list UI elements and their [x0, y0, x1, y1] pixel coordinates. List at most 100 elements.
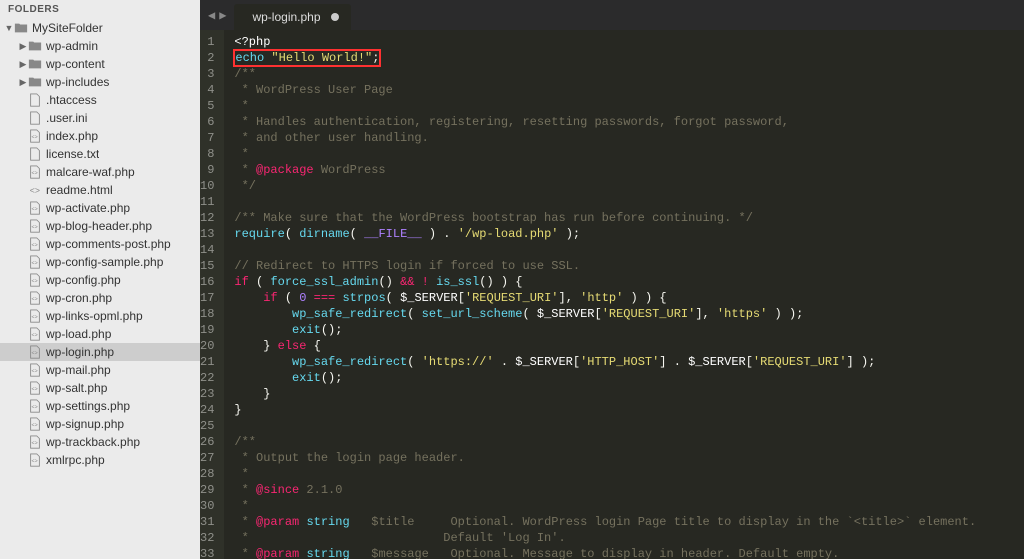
line-number: 8: [200, 146, 214, 162]
file-license-txt[interactable]: license.txt: [0, 145, 200, 163]
code-line[interactable]: /**: [234, 434, 1024, 450]
code-line[interactable]: if ( 0 === strpos( $_SERVER['REQUEST_URI…: [234, 290, 1024, 306]
file-wp-mail-php[interactable]: <>wp-mail.php: [0, 361, 200, 379]
code-line[interactable]: * Default 'Log In'.: [234, 530, 1024, 546]
file-wp-comments-post-php[interactable]: <> wp-comments-post.php: [0, 235, 200, 253]
file-index-php[interactable]: <>index.php: [0, 127, 200, 145]
code-line[interactable]: */: [234, 178, 1024, 194]
code-line[interactable]: wp_safe_redirect( 'https://' . $_SERVER[…: [234, 354, 1024, 370]
line-number: 25: [200, 418, 214, 434]
file-wp-login-php[interactable]: <>wp-login.php: [0, 343, 200, 361]
file-htaccess[interactable]: .htaccess: [0, 91, 200, 109]
disclosure-triangle-icon[interactable]: ▼: [4, 23, 14, 33]
code-line[interactable]: * @param string $title Optional. WordPre…: [234, 514, 1024, 530]
tree-item-label: wp-trackback.php: [46, 435, 140, 449]
code-line[interactable]: [234, 418, 1024, 434]
file-wp-config-php[interactable]: <>wp-config.php: [0, 271, 200, 289]
code-line[interactable]: /** Make sure that the WordPress bootstr…: [234, 210, 1024, 226]
code-line[interactable]: *: [234, 146, 1024, 162]
code-line[interactable]: } else {: [234, 338, 1024, 354]
code-line[interactable]: if ( force_ssl_admin() && ! is_ssl() ) {: [234, 274, 1024, 290]
tree-item-label: wp-admin: [46, 39, 98, 53]
line-number: 27: [200, 450, 214, 466]
nav-forward-icon[interactable]: ▶: [219, 8, 226, 23]
php-file-icon: <>: [28, 291, 42, 305]
code-line[interactable]: *: [234, 98, 1024, 114]
line-number: 3: [200, 66, 214, 82]
code-line[interactable]: require( dirname( __FILE__ ) . '/wp-load…: [234, 226, 1024, 242]
code-line[interactable]: [234, 194, 1024, 210]
code-line[interactable]: * and other user handling.: [234, 130, 1024, 146]
disclosure-triangle-icon[interactable]: ▶: [18, 41, 28, 52]
editor-topbar: ◀ ▶ wp-login.php: [200, 0, 1024, 30]
line-number: 23: [200, 386, 214, 402]
folder-mysitefolder[interactable]: ▼MySiteFolder: [0, 19, 200, 37]
svg-text:<>: <>: [30, 186, 40, 196]
line-number: 29: [200, 482, 214, 498]
file-wp-salt-php[interactable]: <>wp-salt.php: [0, 379, 200, 397]
tree-item-label: wp-links-opml.php: [46, 309, 143, 323]
tree-item-label: wp-comments-post.php: [46, 237, 171, 251]
code-line[interactable]: /**: [234, 66, 1024, 82]
code-line[interactable]: * @package WordPress: [234, 162, 1024, 178]
line-number: 22: [200, 370, 214, 386]
code-line[interactable]: }: [234, 386, 1024, 402]
line-number: 12: [200, 210, 214, 226]
code-line[interactable]: exit();: [234, 322, 1024, 338]
code-line[interactable]: [234, 242, 1024, 258]
php-file-icon: <>: [28, 363, 42, 377]
line-number: 18: [200, 306, 214, 322]
code-area[interactable]: 1234567891011121314151617181920212223242…: [200, 30, 1024, 559]
tree-item-label: wp-load.php: [46, 327, 111, 341]
svg-text:<>: <>: [32, 243, 38, 249]
code-line[interactable]: <?php: [234, 34, 1024, 50]
code-line[interactable]: *: [234, 498, 1024, 514]
folder-wp-includes[interactable]: ▶wp-includes: [0, 73, 200, 91]
file-wp-signup-php[interactable]: <> wp-signup.php: [0, 415, 200, 433]
file-readme-html[interactable]: <> readme.html: [0, 181, 200, 199]
code-line[interactable]: * @param string $message Optional. Messa…: [234, 546, 1024, 559]
line-number: 2: [200, 50, 214, 66]
code-line[interactable]: wp_safe_redirect( set_url_scheme( $_SERV…: [234, 306, 1024, 322]
php-file-icon: <>: [28, 381, 42, 395]
code-line[interactable]: * @since 2.1.0: [234, 482, 1024, 498]
file-wp-settings-php[interactable]: <>wp-settings.php: [0, 397, 200, 415]
line-number: 6: [200, 114, 214, 130]
line-number: 33: [200, 546, 214, 559]
file-wp-config-sample-php[interactable]: <>wp-config-sample.php: [0, 253, 200, 271]
nav-back-icon[interactable]: ◀: [208, 8, 215, 23]
tab-label: wp-login.php: [252, 10, 320, 24]
file-wp-activate-php[interactable]: <>wp-activate.php: [0, 199, 200, 217]
folder-wp-content[interactable]: ▶wp-content: [0, 55, 200, 73]
code-line[interactable]: echo "Hello World!";: [234, 50, 1024, 66]
file-xmlrpc-php[interactable]: <>xmlrpc.php: [0, 451, 200, 469]
folder-wp-admin[interactable]: ▶ wp-admin: [0, 37, 200, 55]
file-wp-links-opml-php[interactable]: <>wp-links-opml.php: [0, 307, 200, 325]
file-icon: [28, 93, 42, 107]
svg-text:<>: <>: [32, 423, 38, 429]
file-wp-load-php[interactable]: <>wp-load.php: [0, 325, 200, 343]
code-line[interactable]: *: [234, 466, 1024, 482]
tree-item-label: readme.html: [46, 183, 113, 197]
file-wp-trackback-php[interactable]: <>wp-trackback.php: [0, 433, 200, 451]
tree-item-label: wp-blog-header.php: [46, 219, 152, 233]
file-malcare-waf-php[interactable]: <>malcare-waf.php: [0, 163, 200, 181]
code-line[interactable]: * Output the login page header.: [234, 450, 1024, 466]
code-lines[interactable]: <?phpecho "Hello World!";/** * WordPress…: [224, 30, 1024, 559]
file-user-ini[interactable]: .user.ini: [0, 109, 200, 127]
disclosure-triangle-icon[interactable]: ▶: [18, 77, 28, 88]
php-file-icon: <>: [28, 201, 42, 215]
tree-item-label: wp-signup.php: [46, 417, 124, 431]
code-line[interactable]: }: [234, 402, 1024, 418]
code-line[interactable]: * WordPress User Page: [234, 82, 1024, 98]
code-line[interactable]: * Handles authentication, registering, r…: [234, 114, 1024, 130]
code-line[interactable]: exit();: [234, 370, 1024, 386]
file-wp-blog-header-php[interactable]: <>wp-blog-header.php: [0, 217, 200, 235]
disclosure-triangle-icon[interactable]: ▶: [18, 59, 28, 70]
tab-wp-login[interactable]: wp-login.php: [234, 4, 350, 30]
tree-item-label: .htaccess: [46, 93, 97, 107]
svg-text:<>: <>: [32, 279, 38, 285]
file-wp-cron-php[interactable]: <>wp-cron.php: [0, 289, 200, 307]
code-line[interactable]: // Redirect to HTTPS login if forced to …: [234, 258, 1024, 274]
svg-text:<>: <>: [32, 405, 38, 411]
